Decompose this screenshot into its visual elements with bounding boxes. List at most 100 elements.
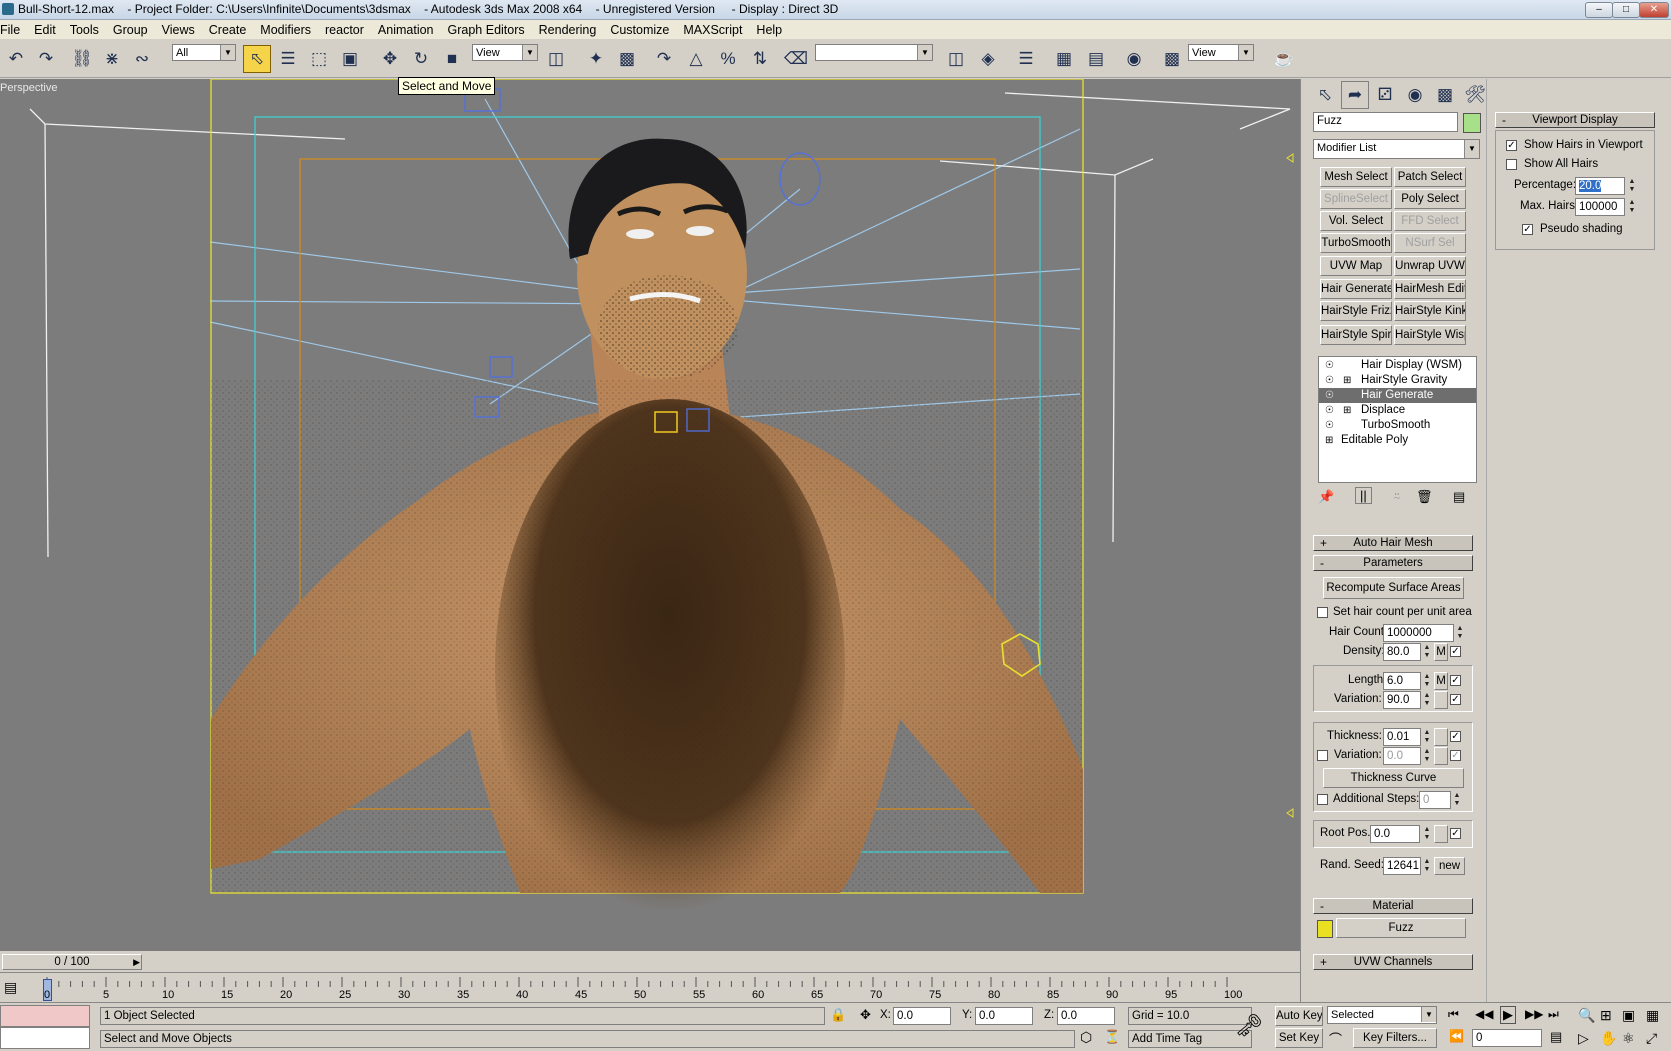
expand-icon[interactable]: ⊞ xyxy=(1343,403,1351,418)
stack-item[interactable]: ☉ Hair Display (WSM) xyxy=(1319,358,1476,373)
menu-maxscript[interactable]: MAXScript xyxy=(676,20,749,39)
menu-animation[interactable]: Animation xyxy=(371,20,441,39)
modifier-button-hairmesh-edit[interactable]: HairMesh Edit xyxy=(1394,279,1466,299)
hierarchy-tab-icon[interactable]: ⚂ xyxy=(1371,81,1399,109)
modifier-button-vol-select[interactable]: Vol. Select xyxy=(1320,211,1392,231)
redo-icon[interactable]: ↷ xyxy=(32,45,60,73)
menu-modifiers[interactable]: Modifiers xyxy=(253,20,318,39)
select-object-icon[interactable]: ⬁ xyxy=(243,45,271,73)
stack-item[interactable]: ☉ TurboSmooth xyxy=(1319,418,1476,433)
lightbulb-icon[interactable]: ☉ xyxy=(1325,358,1334,373)
material-rollout[interactable]: - Material xyxy=(1313,898,1473,914)
absolute-mode-icon[interactable]: ✥ xyxy=(860,1007,871,1023)
set-key-mode-icon[interactable]: 🗝 xyxy=(1235,1013,1263,1039)
stack-item[interactable]: ☉ ⊞ Displace xyxy=(1319,403,1476,418)
length-map-checkbox[interactable]: ✓ xyxy=(1450,675,1461,686)
modifier-button-nsurf-sel[interactable]: NSurf Sel xyxy=(1394,233,1466,253)
undo-icon[interactable]: ↶ xyxy=(2,45,30,73)
root-pos-spinner[interactable]: ▲ ▼ xyxy=(1422,826,1432,842)
stack-item[interactable]: ⊞ Editable Poly xyxy=(1319,433,1476,448)
menu-customize[interactable]: Customize xyxy=(603,20,676,39)
modifier-button-splineselect[interactable]: SplineSelect xyxy=(1320,189,1392,209)
thickness-spinner[interactable]: ▲ ▼ xyxy=(1422,729,1432,745)
density-map-button[interactable]: M xyxy=(1434,643,1448,661)
length-field[interactable]: 6.0 xyxy=(1383,672,1421,690)
bind-space-warp-icon[interactable]: ∾ xyxy=(128,45,156,73)
modifier-button-hair-generate[interactable]: Hair Generate xyxy=(1320,279,1392,299)
maxscript-mini-field[interactable] xyxy=(0,1027,90,1049)
new-seed-button[interactable]: new xyxy=(1434,857,1465,875)
z-coord-field[interactable]: 0.0 xyxy=(1057,1007,1115,1025)
x-coord-field[interactable]: 0.0 xyxy=(893,1007,951,1025)
menu-graph-editors[interactable]: Graph Editors xyxy=(441,20,532,39)
lightbulb-icon[interactable]: ☉ xyxy=(1325,373,1334,388)
named-selection-dropdown[interactable]: ▼ xyxy=(815,44,933,61)
select-and-rotate-icon[interactable]: ↻ xyxy=(407,45,435,73)
next-frame-arrow-icon[interactable]: ▶ xyxy=(133,955,140,969)
zoom-extents-icon[interactable]: ▣ xyxy=(1622,1007,1635,1024)
stack-item[interactable]: ☉ Hair Generate xyxy=(1319,388,1476,403)
rand-seed-spinner[interactable]: ▲ ▼ xyxy=(1422,858,1432,874)
default-tangent-icon[interactable]: ⌒ xyxy=(1329,1029,1342,1048)
snap-toggle-icon[interactable]: ↷ xyxy=(650,45,678,73)
spinner-snap-icon[interactable]: ⇅ xyxy=(746,45,774,73)
menu-group[interactable]: Group xyxy=(106,20,155,39)
key-mode-toggle-icon[interactable]: ⏪ xyxy=(1449,1029,1464,1043)
menu-reactor[interactable]: reactor xyxy=(318,20,371,39)
hair-count-spinner[interactable]: ▲ ▼ xyxy=(1455,625,1465,641)
select-and-scale-icon[interactable]: ■ xyxy=(438,45,466,73)
zoom-icon[interactable]: 🔍 xyxy=(1578,1007,1595,1024)
thickness-variation-checkbox[interactable] xyxy=(1317,750,1328,761)
maximize-viewport-icon[interactable]: ⤢ xyxy=(1646,1030,1657,1047)
thickness-field[interactable]: 0.01 xyxy=(1383,728,1421,746)
modifier-button-mesh-select[interactable]: Mesh Select xyxy=(1320,167,1392,187)
modifier-button-hairstyle-kink[interactable]: HairStyle Kink xyxy=(1394,301,1466,321)
expand-icon[interactable]: ⊞ xyxy=(1343,373,1351,388)
percent-snap-icon[interactable]: % xyxy=(714,45,742,73)
auto-hair-mesh-rollout[interactable]: + Auto Hair Mesh xyxy=(1313,535,1473,551)
hair-count-field[interactable]: 1000000 xyxy=(1383,624,1454,642)
remove-modifier-icon[interactable]: 🗑 xyxy=(1416,489,1433,505)
ref-coord-dropdown[interactable]: View ▼ xyxy=(472,44,538,61)
time-config-icon[interactable]: ▤ xyxy=(1550,1029,1562,1045)
manipulate-icon[interactable]: ✦ xyxy=(582,45,610,73)
thickness-curve-button[interactable]: Thickness Curve xyxy=(1323,768,1464,788)
modifier-list-dropdown[interactable]: Modifier List ▼ xyxy=(1313,139,1480,159)
modifier-button-poly-select[interactable]: Poly Select xyxy=(1394,189,1466,209)
variation-field[interactable]: 90.0 xyxy=(1383,691,1421,709)
modifier-button-patch-select[interactable]: Patch Select xyxy=(1394,167,1466,187)
show-end-result-icon[interactable]: || xyxy=(1355,487,1372,504)
y-coord-field[interactable]: 0.0 xyxy=(975,1007,1033,1025)
variation-spinner[interactable]: ▲ ▼ xyxy=(1422,692,1432,708)
goto-end-icon[interactable]: ⏭ xyxy=(1548,1007,1559,1022)
object-name-field[interactable]: Fuzz xyxy=(1313,112,1458,132)
additional-steps-checkbox[interactable] xyxy=(1317,794,1328,805)
modify-tab-icon[interactable]: ➦ xyxy=(1341,81,1369,109)
thickness-variation-map-checkbox[interactable]: ✓ xyxy=(1450,750,1461,761)
curve-editor-icon[interactable]: ▦ xyxy=(1050,45,1078,73)
maxscript-listener[interactable] xyxy=(0,1005,90,1027)
menu-edit[interactable]: Edit xyxy=(27,20,63,39)
angle-snap-icon[interactable]: △ xyxy=(682,45,710,73)
menu-create[interactable]: Create xyxy=(202,20,254,39)
density-map-checkbox[interactable]: ✓ xyxy=(1450,646,1461,657)
modifier-button-ffd-select[interactable]: FFD Select xyxy=(1394,211,1466,231)
thickness-variation-spinner[interactable]: ▲ ▼ xyxy=(1422,748,1432,764)
modifier-button-hairstyle-frizz[interactable]: HairStyle Frizz xyxy=(1320,301,1392,321)
link-icon[interactable]: ⛓ xyxy=(68,45,96,73)
modifier-button-hairstyle-wisps[interactable]: HairStyle Wisps xyxy=(1394,325,1466,345)
modifier-button-turbosmooth[interactable]: TurboSmooth xyxy=(1320,233,1392,253)
rect-selection-icon[interactable]: ⬚ xyxy=(305,45,333,73)
time-slider-track[interactable]: 0 / 100 ▶ xyxy=(0,952,1300,972)
minimize-button[interactable]: – xyxy=(1585,2,1613,18)
additional-steps-spinner[interactable]: ▲ ▼ xyxy=(1452,792,1462,808)
menu-help[interactable]: Help xyxy=(749,20,789,39)
motion-tab-icon[interactable]: ◉ xyxy=(1401,81,1429,109)
lock-selection-icon[interactable]: 🔒 xyxy=(830,1007,846,1023)
layer-manager-icon[interactable]: ☰ xyxy=(1012,45,1040,73)
quick-render-icon[interactable]: ☕ xyxy=(1270,45,1298,73)
thickness-map-checkbox[interactable]: ✓ xyxy=(1450,731,1461,742)
create-tab-icon[interactable]: ⬁ xyxy=(1311,81,1339,109)
lightbulb-icon[interactable]: ☉ xyxy=(1325,418,1334,433)
density-field[interactable]: 80.0 xyxy=(1383,643,1421,661)
